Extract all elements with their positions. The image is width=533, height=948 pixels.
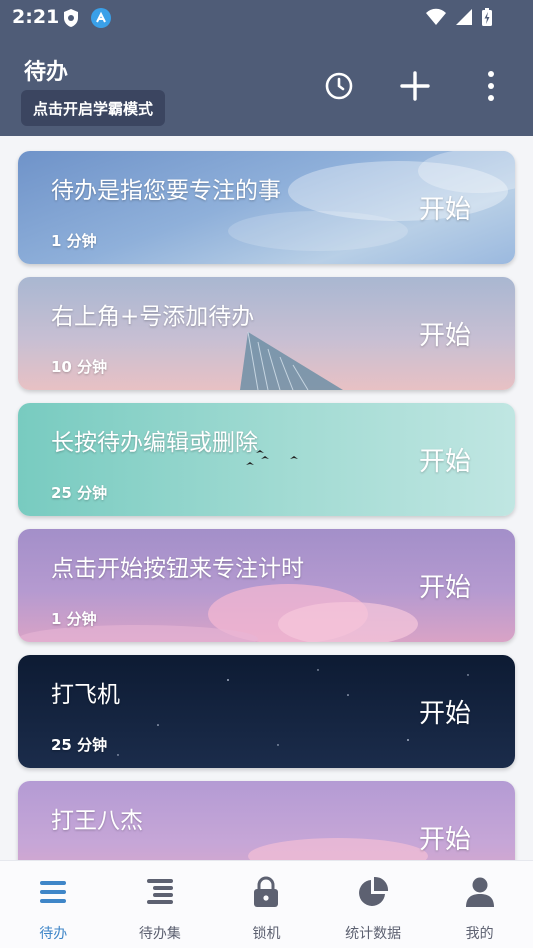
bottom-nav: 待办 待办集 锁机 统计数据 我的 bbox=[0, 860, 533, 948]
todo-title: 右上角+号添加待办 bbox=[51, 304, 255, 330]
todo-card[interactable]: 打飞机 25 分钟 开始 bbox=[18, 655, 515, 768]
todo-duration: 1 分钟 bbox=[51, 610, 97, 628]
todo-card[interactable]: 打王八杰 开始 bbox=[18, 781, 515, 860]
app-notification-icon bbox=[90, 7, 112, 33]
todo-card[interactable]: 待办是指您要专注的事 1 分钟 开始 bbox=[18, 151, 515, 264]
lock-icon bbox=[249, 875, 283, 909]
start-button[interactable]: 开始 bbox=[419, 189, 471, 226]
add-todo-button[interactable] bbox=[395, 68, 435, 108]
todo-card[interactable]: 点击开始按钮来专注计时 1 分钟 开始 bbox=[18, 529, 515, 642]
nav-item-statistics[interactable]: 统计数据 bbox=[320, 861, 427, 948]
start-button[interactable]: 开始 bbox=[419, 441, 471, 478]
todo-collection-icon bbox=[143, 875, 177, 909]
nav-label: 锁机 bbox=[252, 926, 281, 942]
shield-icon bbox=[62, 8, 80, 32]
status-time: 2:21 bbox=[12, 6, 60, 28]
nav-label: 我的 bbox=[465, 926, 494, 942]
start-button[interactable]: 开始 bbox=[419, 315, 471, 352]
nav-label: 待办 bbox=[39, 926, 68, 942]
nav-item-profile[interactable]: 我的 bbox=[426, 861, 533, 948]
app-bar: 待办 点击开启学霸模式 bbox=[0, 34, 533, 136]
todo-duration: 25 分钟 bbox=[51, 736, 108, 754]
study-mode-button[interactable]: 点击开启学霸模式 bbox=[21, 90, 166, 126]
todo-duration: 25 分钟 bbox=[51, 484, 108, 502]
todo-title: 点击开始按钮来专注计时 bbox=[51, 556, 304, 582]
status-right-icons bbox=[425, 7, 493, 31]
todo-title: 打王八杰 bbox=[51, 808, 143, 834]
app-actions bbox=[319, 68, 511, 108]
status-left-icons bbox=[62, 7, 112, 33]
todo-card[interactable]: 长按待办编辑或删除 25 分钟 开始 bbox=[18, 403, 515, 516]
start-button[interactable]: 开始 bbox=[419, 693, 471, 730]
todo-card[interactable]: 右上角+号添加待办 10 分钟 开始 bbox=[18, 277, 515, 390]
nav-item-lock[interactable]: 锁机 bbox=[213, 861, 320, 948]
todo-duration: 10 分钟 bbox=[51, 358, 108, 376]
signal-icon bbox=[455, 8, 473, 30]
battery-charging-icon bbox=[481, 7, 493, 31]
page-title: 待办 bbox=[24, 60, 69, 85]
start-button[interactable]: 开始 bbox=[419, 567, 471, 604]
more-vertical-icon bbox=[487, 70, 495, 106]
nav-label: 统计数据 bbox=[345, 926, 402, 942]
pie-chart-icon bbox=[356, 875, 390, 909]
user-icon bbox=[463, 875, 497, 909]
clock-icon bbox=[324, 71, 354, 105]
todo-duration: 1 分钟 bbox=[51, 232, 97, 250]
todo-title: 长按待办编辑或删除 bbox=[51, 430, 258, 456]
nav-item-todo-collection[interactable]: 待办集 bbox=[107, 861, 214, 948]
todo-title: 待办是指您要专注的事 bbox=[51, 178, 281, 204]
todo-list[interactable]: 待办是指您要专注的事 1 分钟 开始 右上角+号添加待办 10 分钟 开始 长按… bbox=[0, 136, 533, 860]
status-bar: 2:21 bbox=[0, 0, 533, 34]
plus-icon bbox=[399, 70, 431, 106]
todo-title: 打飞机 bbox=[51, 682, 120, 708]
history-button[interactable] bbox=[319, 68, 359, 108]
nav-label: 待办集 bbox=[138, 926, 181, 942]
more-options-button[interactable] bbox=[471, 68, 511, 108]
wifi-icon bbox=[425, 8, 447, 30]
start-button[interactable]: 开始 bbox=[419, 819, 471, 856]
nav-item-todo[interactable]: 待办 bbox=[0, 861, 107, 948]
todo-list-icon bbox=[36, 875, 70, 909]
